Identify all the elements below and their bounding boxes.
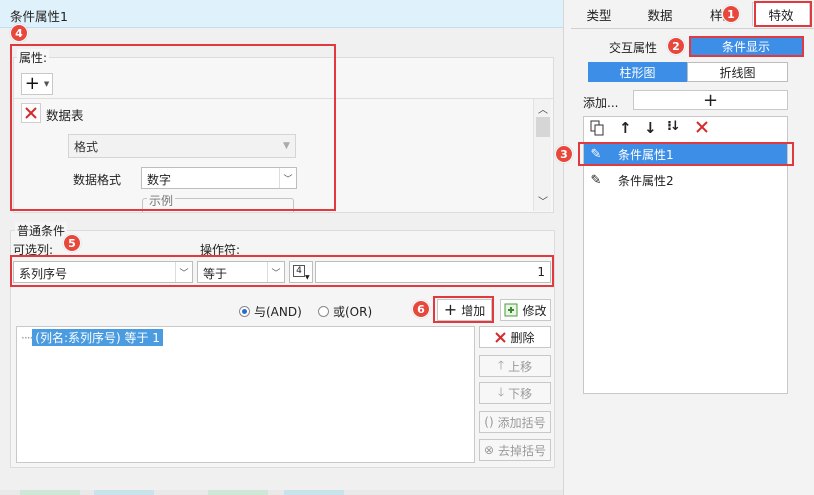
edit-condition-label: 修改 bbox=[522, 303, 547, 318]
scroll-up-icon[interactable]: ︿ bbox=[538, 101, 548, 116]
tab-interaction[interactable]: 交互属性 bbox=[598, 38, 668, 56]
annotation-box-condition-item bbox=[578, 142, 794, 166]
arrow-up-icon[interactable]: ↑ bbox=[619, 119, 632, 137]
arrow-down-icon: 🡓 bbox=[497, 384, 505, 399]
strip-segment bbox=[20, 490, 80, 495]
plus-icon: + bbox=[702, 89, 719, 111]
strip-segment bbox=[94, 490, 154, 495]
add-condition-attribute-button[interactable]: + bbox=[633, 89, 788, 111]
annotation-badge-5: 5 bbox=[63, 234, 81, 252]
edit-condition-button[interactable]: 修改 bbox=[500, 299, 551, 321]
close-icon[interactable] bbox=[695, 120, 709, 137]
move-up-label: 上移 bbox=[508, 359, 533, 374]
condition-list[interactable]: ···· (列名:系列序号) 等于 1 bbox=[16, 326, 475, 463]
tab-divider bbox=[571, 28, 814, 29]
or-radio[interactable]: 或(OR) bbox=[318, 303, 372, 320]
scroll-down-icon[interactable]: ﹀ bbox=[538, 193, 548, 208]
annotation-badge-1: 1 bbox=[722, 5, 740, 23]
dialog-title: 条件属性1 bbox=[0, 0, 563, 28]
delete-condition-label: 删除 bbox=[510, 330, 535, 345]
condition-group-label: 普通条件 bbox=[15, 222, 68, 239]
tab-bar-chart[interactable]: 柱形图 bbox=[588, 62, 687, 82]
strip-segment bbox=[284, 490, 344, 495]
attributes-scrollbar[interactable]: ︿ ﹀ bbox=[533, 99, 551, 211]
close-icon bbox=[495, 331, 507, 343]
tree-line: ···· bbox=[21, 330, 33, 345]
condition-attribute-item-2-label: 条件属性2 bbox=[618, 173, 674, 188]
radio-icon bbox=[318, 306, 329, 317]
annotation-badge-2: 2 bbox=[667, 37, 685, 55]
and-radio[interactable]: 与(AND) bbox=[239, 303, 302, 320]
remove-bracket-icon: ⊗ bbox=[483, 443, 495, 457]
annotation-box-condition-row bbox=[10, 255, 554, 287]
edit-condition-icon bbox=[504, 303, 518, 317]
bracket-icon: () bbox=[484, 415, 494, 429]
annotation-badge-3: 3 bbox=[555, 145, 573, 163]
annotation-box-attributes bbox=[10, 44, 336, 211]
and-radio-label: 与(AND) bbox=[254, 305, 302, 319]
annotation-box-conditional-display bbox=[689, 36, 804, 57]
tab-line-chart-label: 折线图 bbox=[719, 65, 756, 80]
arrow-up-icon: 🡑 bbox=[497, 357, 505, 372]
annotation-badge-6: 6 bbox=[412, 300, 430, 318]
list-item-text: (列名:系列序号) 等于 1 bbox=[32, 329, 163, 346]
move-bottom-icon[interactable]: ⁝↓ bbox=[667, 119, 681, 134]
tab-bar-chart-label: 柱形图 bbox=[619, 65, 656, 80]
bottom-strip bbox=[0, 490, 563, 495]
add-label: 添加... bbox=[583, 96, 619, 110]
copy-icon[interactable] bbox=[590, 120, 605, 139]
move-up-button[interactable]: 🡑 上移 bbox=[479, 355, 551, 377]
tab-type[interactable]: 类型 bbox=[578, 2, 620, 26]
tab-line-chart[interactable]: 折线图 bbox=[687, 62, 788, 82]
radio-selected-icon bbox=[239, 306, 250, 317]
list-item[interactable]: ···· (列名:系列序号) 等于 1 bbox=[21, 329, 163, 346]
annotation-badge-4: 4 bbox=[10, 24, 28, 42]
remove-bracket-label: 去掉括号 bbox=[498, 443, 547, 458]
delete-condition-button[interactable]: 删除 bbox=[479, 326, 551, 348]
scroll-thumb[interactable] bbox=[536, 117, 550, 137]
or-radio-label: 或(OR) bbox=[333, 305, 373, 319]
strip-segment bbox=[208, 490, 268, 495]
tab-data[interactable]: 数据 bbox=[638, 2, 682, 26]
pencil-icon: ✎ bbox=[590, 172, 602, 188]
tab-data-label: 数据 bbox=[647, 7, 673, 23]
add-bracket-label: 添加括号 bbox=[497, 415, 546, 430]
tab-interaction-label: 交互属性 bbox=[608, 40, 657, 55]
move-down-label: 下移 bbox=[508, 386, 533, 401]
remove-bracket-button[interactable]: ⊗ 去掉括号 bbox=[479, 439, 551, 461]
tab-type-label: 类型 bbox=[586, 7, 612, 23]
add-bracket-button[interactable]: () 添加括号 bbox=[479, 411, 551, 433]
arrow-down-icon[interactable]: ↓ bbox=[644, 119, 657, 137]
annotation-box-effects-tab bbox=[754, 1, 812, 27]
condition-attribute-item-2[interactable]: ✎ 条件属性2 bbox=[584, 168, 787, 192]
dialog-title-text: 条件属性1 bbox=[10, 9, 68, 24]
annotation-box-add-button bbox=[433, 296, 494, 323]
move-down-button[interactable]: 🡓 下移 bbox=[479, 382, 551, 404]
